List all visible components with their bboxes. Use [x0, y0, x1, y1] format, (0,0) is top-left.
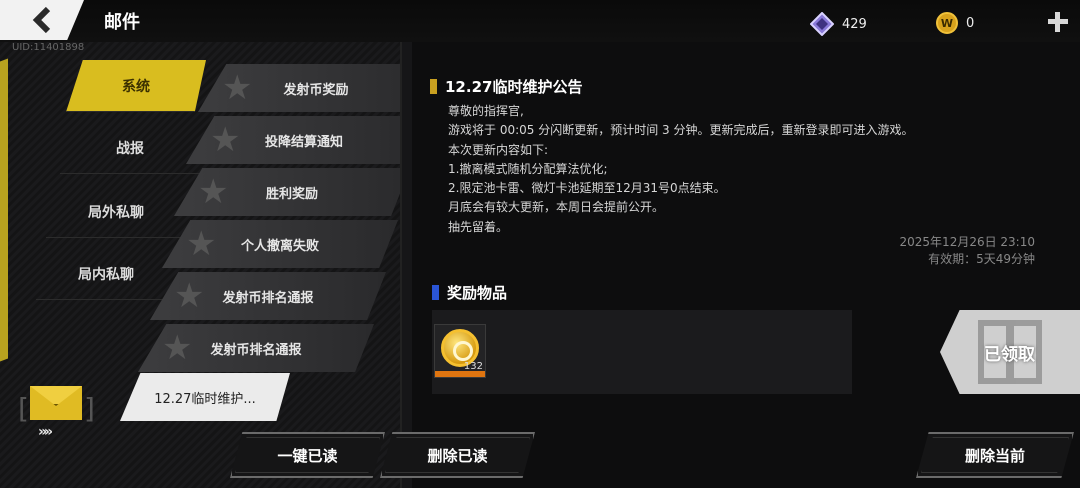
notice-line: 尊敬的指挥官,	[448, 104, 524, 118]
mail-item[interactable]: ★ 胜利奖励	[174, 168, 410, 216]
mail-item-selected[interactable]: 12.27临时维护...	[120, 373, 290, 421]
mail-item-label: 发射币奖励	[283, 82, 349, 98]
notice-line: 游戏将于 00:05 分闪断更新，预计时间 3 分钟。更新完成后，重新登录即可进…	[448, 123, 914, 138]
mail-item[interactable]: ★ 投降结算通知	[186, 116, 422, 164]
notice-line: 2.限定池卡雷、微灯卡池延期至12月31号0点结束。	[448, 181, 726, 196]
mail-item-label: 投降结算通知	[264, 134, 343, 150]
bracket-right-icon: ]	[84, 392, 95, 425]
add-currency-button[interactable]	[1046, 10, 1070, 34]
notice-title-text: 12.27临时维护公告	[445, 78, 583, 96]
mail-item-label: 12.27临时维护...	[154, 391, 256, 407]
category-outside-chat[interactable]: 局外私聊	[46, 186, 186, 238]
coin-count: 0	[966, 15, 975, 31]
decorative-stripe	[0, 58, 8, 362]
notice-title: 12.27临时维护公告	[430, 76, 582, 97]
notice-line: 1.撤离模式随机分配算法优化;	[448, 161, 608, 176]
reward-title: 奖励物品	[432, 282, 507, 303]
delete-read-button[interactable]: 删除已读	[380, 432, 535, 478]
w-coin-icon: W	[936, 12, 958, 34]
mail-item-label: 个人撤离失败	[240, 238, 319, 254]
star-icon: ★	[186, 224, 217, 264]
button-frame	[235, 437, 380, 473]
read-all-button[interactable]: 一键已读	[230, 432, 385, 478]
reward-item[interactable]: 132	[434, 324, 486, 378]
reward-title-text: 奖励物品	[447, 284, 508, 302]
star-icon: ★	[174, 276, 205, 316]
user-id: UID:11401898	[12, 42, 85, 53]
crystal-icon	[810, 12, 834, 36]
star-icon: ★	[210, 120, 241, 160]
reward-box: 132	[432, 310, 852, 394]
mail-item[interactable]: ★ 发射币奖励	[198, 64, 434, 112]
star-icon: ★	[198, 172, 229, 212]
diamond-currency[interactable]: 429	[810, 12, 867, 36]
mail-item-label: 发射币排名通报	[210, 342, 302, 358]
notice-validity: 有效期：5天49分钟	[928, 252, 1035, 266]
diamond-count: 429	[842, 16, 867, 32]
title-marker	[430, 79, 437, 94]
notice-line: 本次更新内容如下:	[448, 142, 549, 157]
notice-line: 月底会有较大更新，本周日会提前公开。	[448, 200, 665, 215]
notice-date: 2025年12月26日 23:10	[899, 235, 1035, 249]
notice-line: 抽先留着。	[448, 219, 509, 234]
mail-item-label: 胜利奖励	[265, 186, 318, 202]
category-inside-chat[interactable]: 局内私聊	[36, 248, 176, 300]
reward-count: 132	[463, 361, 483, 372]
mail-item-label: 发射币排名通报	[222, 290, 314, 306]
top-bar	[0, 0, 1080, 42]
star-icon: ★	[162, 328, 193, 368]
back-arrow-icon	[32, 7, 51, 33]
coin-currency[interactable]: W 0	[936, 12, 974, 34]
category-battle-report[interactable]: 战报	[60, 122, 200, 174]
button-frame	[385, 437, 530, 473]
page-title: 邮件	[104, 12, 140, 33]
notice-meta: 2025年12月26日 23:10 有效期：5天49分钟	[900, 234, 1035, 268]
mail-item[interactable]: ★ 个人撤离失败	[162, 220, 398, 268]
mail-item[interactable]: ★ 发射币排名通报	[150, 272, 386, 320]
button-frame	[921, 437, 1069, 473]
panel-divider	[400, 42, 412, 488]
claimed-label: 已领取	[984, 345, 1035, 365]
star-icon: ★	[222, 68, 253, 108]
mail-item[interactable]: ★ 发射币排名通报	[138, 324, 374, 372]
mail-content-panel: 12.27临时维护公告 尊敬的指挥官, 游戏将于 00:05 分闪断更新，预计时…	[412, 42, 1080, 488]
chevrons-icon: »»	[38, 424, 53, 440]
reward-marker	[432, 285, 439, 300]
category-system[interactable]: 系统	[66, 60, 206, 112]
claimed-button[interactable]: 已领取	[940, 310, 1080, 394]
delete-current-button[interactable]: 删除当前	[916, 432, 1074, 478]
mail-envelope-icon: [ ] »»	[18, 384, 98, 440]
notice-body: 尊敬的指挥官, 游戏将于 00:05 分闪断更新，预计时间 3 分钟。更新完成后…	[448, 102, 913, 237]
bracket-left-icon: [	[18, 392, 29, 425]
